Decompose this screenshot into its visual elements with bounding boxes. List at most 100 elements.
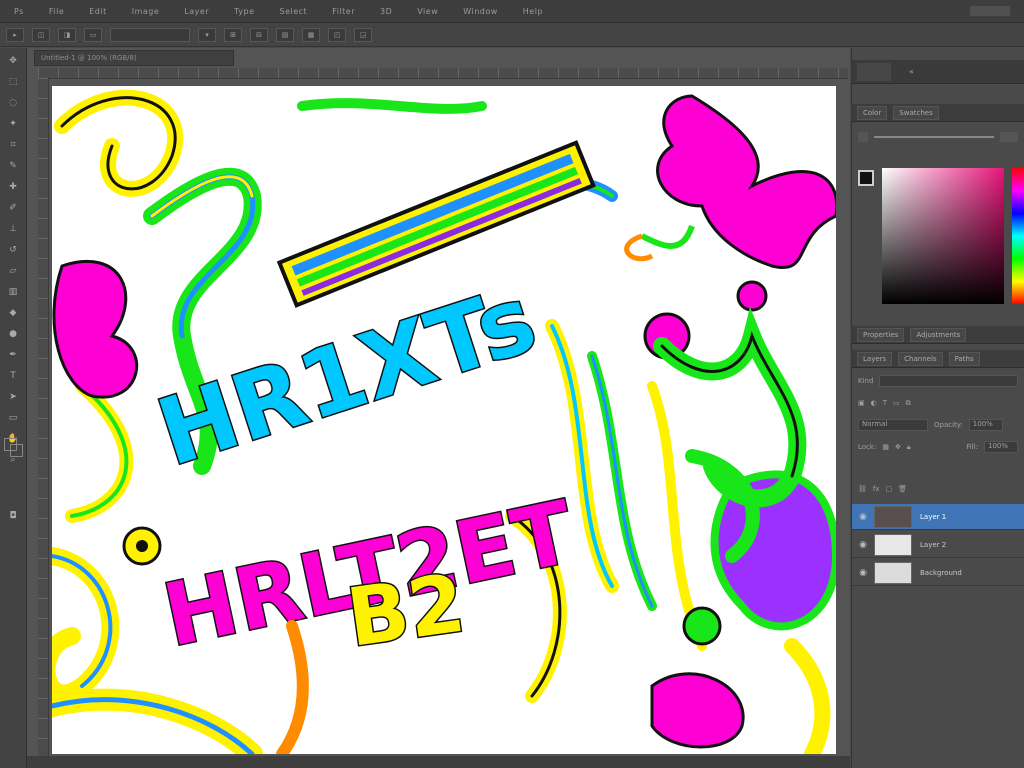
delete-layer-icon[interactable]: 🗑︎ — [898, 485, 907, 493]
new-layer-icon[interactable]: ▢ — [886, 485, 893, 493]
lock-pixels-icon[interactable]: ▦ — [882, 443, 889, 451]
horizontal-ruler[interactable] — [38, 68, 848, 79]
layer-row[interactable]: ◉ Background — [852, 560, 1024, 586]
gradient-icon[interactable]: ▥ — [5, 284, 21, 300]
menu-select[interactable]: Select — [266, 7, 319, 16]
color-panel-header: Color Swatches — [851, 104, 1024, 122]
path-select-icon[interactable]: ➤ — [5, 389, 21, 405]
color-slider-track[interactable] — [874, 136, 994, 138]
opacity-label: Opacity: — [934, 421, 963, 429]
quick-mask-icon[interactable]: ◘ — [5, 508, 21, 524]
stamp-icon[interactable]: ⊥ — [5, 221, 21, 237]
opacity-input[interactable]: 100% — [968, 419, 1003, 431]
kind-label: Kind — [858, 377, 874, 385]
option-toggle-1[interactable]: ◫ — [32, 27, 50, 42]
visibility-eye-icon[interactable]: ◉ — [852, 568, 874, 578]
blend-opacity-row: Normal Opacity: 100% — [858, 418, 1018, 432]
properties-panel-header: Properties Adjustments — [851, 326, 1024, 344]
document-tab[interactable]: Untitled-1 @ 100% (RGB/8) — [34, 50, 234, 66]
option-toggle-10[interactable]: ◲ — [354, 27, 372, 42]
menu-filter[interactable]: Filter — [318, 7, 366, 16]
fill-input[interactable]: 100% — [984, 441, 1018, 453]
magic-wand-icon[interactable]: ✦ — [5, 116, 21, 132]
type-icon[interactable]: T — [5, 368, 21, 384]
tab-adjustments[interactable]: Adjustments — [910, 327, 967, 342]
menu-type[interactable]: Type — [220, 7, 265, 16]
vertical-ruler[interactable] — [38, 78, 49, 758]
color-mode-icon[interactable] — [858, 132, 868, 142]
history-brush-icon[interactable]: ↺ — [5, 242, 21, 258]
canvas-word-3: B2 — [342, 556, 470, 664]
tab-channels[interactable]: Channels — [898, 351, 943, 366]
layer-filter-icons: ▣ ◐ T ▭ ⧉ — [858, 396, 1018, 410]
menu-help[interactable]: Help — [509, 7, 554, 16]
menu-image[interactable]: Image — [118, 7, 171, 16]
layer-name[interactable]: Background — [920, 569, 962, 577]
blur-icon[interactable]: ◆ — [5, 305, 21, 321]
link-layers-icon[interactable]: ⛓ — [858, 485, 867, 493]
workspace-switcher[interactable] — [970, 6, 1010, 16]
option-toggle-5[interactable]: ⊞ — [224, 27, 242, 42]
menu-file[interactable]: File — [35, 7, 75, 16]
pen-icon[interactable]: ✒ — [5, 347, 21, 363]
color-panel-menu-icon[interactable] — [1000, 132, 1018, 142]
menu-layer[interactable]: Layer — [170, 7, 220, 16]
foreground-swatch-mini[interactable] — [858, 170, 874, 186]
visibility-eye-icon[interactable]: ◉ — [852, 540, 874, 550]
lock-label: Lock: — [858, 443, 877, 451]
layer-row[interactable]: ◉ Layer 2 — [852, 532, 1024, 558]
filter-adjust-icon[interactable]: ◐ — [871, 399, 877, 407]
fill-label: Fill: — [966, 443, 978, 451]
option-toggle-9[interactable]: ◰ — [328, 27, 346, 42]
layer-name[interactable]: Layer 1 — [920, 513, 946, 521]
option-toggle-7[interactable]: ▤ — [276, 27, 294, 42]
menu-edit[interactable]: Edit — [75, 7, 118, 16]
option-toggle-6[interactable]: ⊟ — [250, 27, 268, 42]
layer-filter-select[interactable] — [879, 375, 1018, 387]
background-color-swatch[interactable] — [10, 444, 23, 457]
color-picker-field[interactable] — [882, 168, 1004, 304]
filter-smart-icon[interactable]: ⧉ — [906, 399, 911, 408]
menu-window[interactable]: Window — [449, 7, 509, 16]
tab-layers[interactable]: Layers — [857, 351, 893, 366]
lasso-icon[interactable]: ◌ — [5, 95, 21, 111]
collapse-arrows-icon[interactable]: « — [909, 67, 914, 76]
option-input[interactable] — [110, 27, 190, 42]
layer-actions-row: ⛓ fx ▢ 🗑︎ — [858, 482, 1018, 496]
layer-style-icon[interactable]: fx — [873, 485, 880, 493]
dodge-icon[interactable]: ● — [5, 326, 21, 342]
blend-mode-select[interactable]: Normal — [858, 419, 928, 431]
lock-position-icon[interactable]: ✥ — [895, 443, 901, 451]
collapsed-panel-icon[interactable] — [857, 62, 891, 81]
shape-icon[interactable]: ▭ — [5, 410, 21, 426]
option-toggle-8[interactable]: ▦ — [302, 27, 320, 42]
filter-shape-icon[interactable]: ▭ — [893, 399, 900, 407]
healing-icon[interactable]: ✚ — [5, 179, 21, 195]
eraser-icon[interactable]: ▱ — [5, 263, 21, 279]
filter-type-icon[interactable]: T — [883, 399, 887, 407]
brush-icon[interactable]: ✐ — [5, 200, 21, 216]
marquee-icon[interactable]: ⬚ — [5, 74, 21, 90]
document-canvas[interactable]: HR1XTs HRLT2ET B2 — [52, 86, 836, 754]
crop-icon[interactable]: ⌗ — [5, 137, 21, 153]
hue-slider[interactable] — [1012, 168, 1024, 304]
lock-all-icon[interactable]: 🔒︎ — [907, 443, 911, 452]
option-toggle-4[interactable]: ▾ — [198, 27, 216, 42]
menu-3d[interactable]: 3D — [366, 7, 403, 16]
layer-name[interactable]: Layer 2 — [920, 541, 946, 549]
tab-properties[interactable]: Properties — [857, 327, 905, 342]
option-toggle-2[interactable]: ◨ — [58, 27, 76, 42]
layer-row[interactable]: ◉ Layer 1 — [852, 504, 1024, 530]
tab-swatches[interactable]: Swatches — [893, 105, 939, 120]
eyedropper-icon[interactable]: ✎ — [5, 158, 21, 174]
menu-view[interactable]: View — [403, 7, 449, 16]
move-icon[interactable]: ✥ — [5, 53, 21, 69]
tab-paths[interactable]: Paths — [948, 351, 980, 366]
color-panel-options — [858, 130, 1018, 144]
option-toggle-3[interactable]: ▭ — [84, 27, 102, 42]
filter-pixel-icon[interactable]: ▣ — [858, 399, 865, 407]
visibility-eye-icon[interactable]: ◉ — [852, 512, 874, 522]
tab-color[interactable]: Color — [857, 105, 888, 120]
tool-preset-picker[interactable]: ▸ — [6, 27, 24, 42]
menu-ps-logo[interactable]: Ps — [0, 7, 35, 16]
